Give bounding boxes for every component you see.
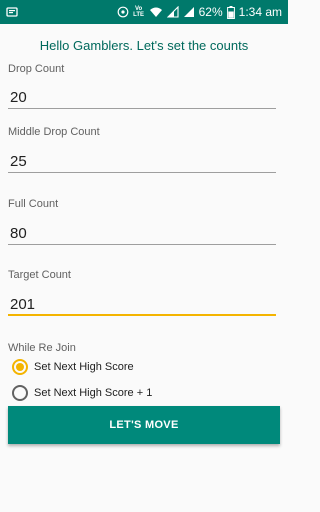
radio-next-high-score-plus-one[interactable]: Set Next High Score + 1 (12, 385, 152, 401)
status-time: 1:34 am (238, 5, 282, 19)
radio-unchecked-icon[interactable] (12, 385, 28, 401)
signal-icon-2 (183, 5, 195, 19)
whatsapp-icon (117, 5, 129, 19)
target-count-input[interactable] (8, 294, 276, 316)
drop-count-label: Drop Count (8, 63, 65, 75)
volte-badge: Vo LTE (133, 6, 145, 18)
target-count-label: Target Count (8, 269, 71, 281)
notification-icon (6, 5, 18, 19)
signal-icon (166, 5, 179, 19)
page-heading: Hello Gamblers. Let's set the counts (39, 38, 249, 53)
drop-count-field: Drop Count (8, 63, 276, 109)
rejoin-label: While Re Join (8, 342, 76, 354)
lets-move-button[interactable]: LET'S MOVE (8, 406, 280, 444)
middle-drop-count-label: Middle Drop Count (8, 126, 100, 138)
status-bar: Vo LTE 62% 1:34 am (0, 0, 288, 24)
radio-checked-icon[interactable] (12, 359, 28, 375)
full-count-field: Full Count (8, 198, 276, 245)
middle-drop-count-input[interactable] (8, 151, 276, 173)
middle-drop-count-field: Middle Drop Count (8, 126, 276, 173)
radio-next-high-score-plus-one-label: Set Next High Score + 1 (34, 387, 153, 399)
full-count-label: Full Count (8, 198, 59, 210)
full-count-input[interactable] (8, 223, 276, 245)
battery-percent: 62% (198, 5, 223, 19)
target-count-field: Target Count (8, 269, 276, 316)
radio-next-high-score-label: Set Next High Score (34, 361, 134, 373)
radio-next-high-score[interactable]: Set Next High Score (12, 359, 134, 375)
wifi-icon (149, 5, 163, 19)
battery-icon (226, 5, 235, 19)
drop-count-input[interactable] (8, 87, 276, 109)
